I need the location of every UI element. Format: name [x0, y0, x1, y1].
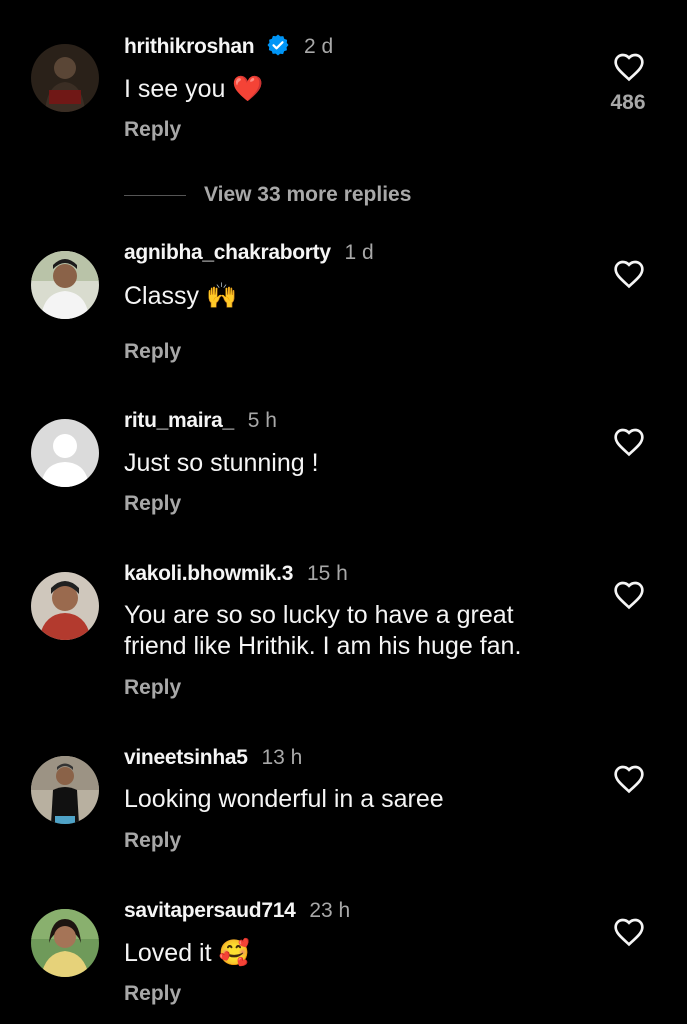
reply-button[interactable]: Reply	[124, 492, 181, 516]
comment-text: Loved it 🥰	[124, 937, 594, 969]
avatar[interactable]	[31, 44, 99, 112]
reply-button[interactable]: Reply	[124, 676, 181, 700]
comment-text: Classy 🙌	[124, 280, 594, 312]
comment-header: vineetsinha5 13 h	[124, 746, 302, 770]
avatar-image	[31, 756, 99, 824]
avatar[interactable]	[31, 756, 99, 824]
like-button[interactable]	[610, 578, 648, 612]
comment-header: agnibha_chakraborty 1 d	[124, 241, 374, 265]
like-button[interactable]	[610, 425, 648, 459]
raised-hands-emoji: 🙌	[205, 281, 238, 310]
divider-line	[124, 194, 186, 196]
avatar-image	[31, 44, 99, 112]
like-count: 486	[610, 91, 646, 114]
comment-text: Just so stunning !	[124, 448, 594, 479]
avatar-image	[31, 251, 99, 319]
comment-text: You are so so lucky to have a great frie…	[124, 601, 522, 660]
reply-button[interactable]: Reply	[124, 118, 181, 142]
comment-body: Just so stunning !	[124, 449, 319, 477]
reply-button[interactable]: Reply	[124, 982, 181, 1006]
avatar-image	[31, 909, 99, 977]
timestamp: 23 h	[309, 899, 351, 922]
comment-header: ritu_maira_ 5 h	[124, 409, 277, 433]
timestamp: 2 d	[303, 35, 334, 58]
username[interactable]: agnibha_chakraborty	[124, 241, 331, 264]
timestamp: 1 d	[344, 241, 374, 264]
like-button[interactable]	[610, 257, 648, 291]
reply-button[interactable]: Reply	[124, 340, 181, 364]
avatar[interactable]	[31, 251, 99, 319]
comment-body: Loved it	[124, 939, 212, 967]
verified-badge-icon	[267, 34, 289, 56]
comment-text: Looking wonderful in a saree	[124, 784, 594, 815]
username[interactable]: hrithikroshan	[124, 35, 255, 58]
username[interactable]: savitapersaud714	[124, 899, 296, 922]
comment-header: kakoli.bhowmik.3 15 h	[124, 562, 348, 586]
heart-outline-icon	[614, 581, 644, 610]
comment-header: savitapersaud714 23 h	[124, 899, 350, 923]
comment-text: I see you ❤️	[124, 73, 594, 105]
timestamp: 13 h	[261, 746, 303, 769]
avatar[interactable]	[31, 909, 99, 977]
heart-emoji: ❤️	[232, 74, 264, 103]
comment-body: Looking wonderful in a saree	[124, 785, 444, 813]
like-button[interactable]	[610, 762, 648, 796]
heart-outline-icon	[614, 765, 644, 794]
heart-outline-icon	[614, 918, 644, 947]
comments-feed: hrithikroshan 2 d I see you ❤️ Reply 486…	[0, 0, 687, 1024]
username[interactable]: kakoli.bhowmik.3	[124, 562, 293, 585]
comment-body: I see you	[124, 75, 226, 103]
smiling-face-with-hearts-emoji: 🥰	[218, 938, 250, 967]
timestamp: 15 h	[306, 562, 348, 585]
heart-outline-icon	[614, 53, 644, 82]
username[interactable]: vineetsinha5	[124, 746, 248, 769]
like-button[interactable]	[610, 50, 648, 84]
heart-outline-icon	[614, 428, 644, 457]
view-more-replies-button[interactable]: View 33 more replies	[124, 181, 411, 209]
comment-header: hrithikroshan 2 d	[124, 33, 333, 59]
view-more-replies-label: View 33 more replies	[204, 183, 412, 206]
heart-outline-icon	[614, 260, 644, 289]
like-button[interactable]	[610, 915, 648, 949]
comment-body: Classy	[124, 282, 200, 310]
username[interactable]: ritu_maira_	[124, 409, 234, 432]
avatar-image	[31, 572, 99, 640]
timestamp: 5 h	[247, 409, 277, 432]
reply-button[interactable]: Reply	[124, 829, 181, 853]
avatar[interactable]	[31, 572, 99, 640]
default-avatar-icon	[31, 419, 99, 487]
avatar[interactable]	[31, 419, 99, 487]
